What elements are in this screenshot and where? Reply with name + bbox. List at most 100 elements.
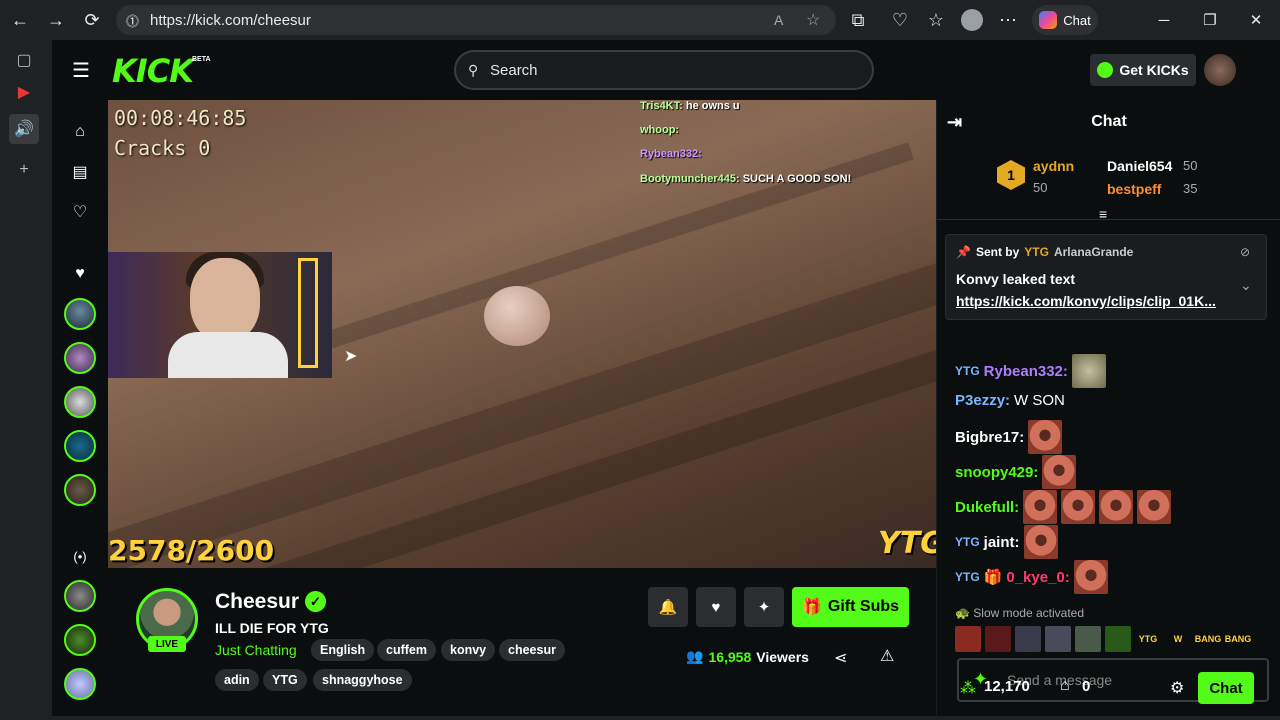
recommended-channel-avatar[interactable] [64, 580, 96, 612]
leader-1-name[interactable]: aydnn [1033, 158, 1074, 174]
tag-chip[interactable]: adin [215, 669, 259, 691]
browser-essentials-icon[interactable]: ♡ [888, 8, 912, 32]
chat-username[interactable]: P3ezzy: [955, 392, 1010, 409]
youtube-tab-icon[interactable]: ▶ [12, 80, 36, 104]
copilot-button[interactable]: Chat [1032, 5, 1098, 35]
search-placeholder: Search [490, 61, 538, 79]
followed-channel-avatar[interactable] [64, 430, 96, 462]
tag-chip[interactable]: English [311, 639, 375, 661]
chat-username[interactable]: snoopy429: [955, 464, 1038, 481]
forward-icon[interactable]: → [44, 8, 68, 32]
quick-emote[interactable] [1045, 626, 1071, 652]
quick-emote[interactable]: YTG [1135, 626, 1161, 652]
viewers-icon: 👥 [686, 648, 704, 664]
chat-username[interactable]: Dukefull: [955, 499, 1019, 516]
quick-emote[interactable] [1015, 626, 1041, 652]
favorites-icon[interactable]: ☆ [924, 8, 948, 32]
close-icon[interactable]: ✕ [1244, 8, 1268, 32]
tag-chip[interactable]: YTG [263, 669, 307, 691]
tag-chip[interactable]: cuffem [377, 639, 436, 661]
user-avatar[interactable] [1204, 54, 1236, 86]
tag-chip[interactable]: konvy [441, 639, 496, 661]
more-menu-icon[interactable]: ⋯ [996, 8, 1020, 32]
tag-chip[interactable]: shnaggyhose [313, 669, 412, 691]
site-info-icon[interactable]: ⓵ [126, 11, 139, 30]
gift-subs-button[interactable]: 🎁 Gift Subs [792, 587, 909, 627]
video-player[interactable]: 00:08:46:85 Cracks 0 2578/2600 YTG Tris4… [108, 100, 936, 568]
follow-button[interactable]: ♥ [696, 587, 736, 627]
chat-username[interactable]: 0_kye_0: [1006, 569, 1069, 586]
send-chat-button[interactable]: Chat [1198, 672, 1254, 704]
tab-actions-icon[interactable]: ▢ [12, 48, 36, 72]
followed-channel-avatar[interactable] [64, 474, 96, 506]
hide-pinned-icon[interactable]: ⊘ [1240, 245, 1250, 259]
stream-category[interactable]: Just Chatting [215, 642, 297, 658]
leader-1-count: 50 [1033, 180, 1048, 195]
game-ball [484, 286, 550, 346]
channel-name[interactable]: Cheesur [215, 590, 299, 614]
game-timer: 00:08:46:85 [114, 106, 247, 130]
home-icon[interactable]: ⌂ [68, 120, 92, 144]
quick-emote[interactable] [1105, 626, 1131, 652]
live-channels-icon: (•) [73, 548, 87, 564]
browse-icon[interactable]: ▤ [68, 160, 92, 184]
notification-bell-button[interactable]: 🔔 [648, 587, 688, 627]
quick-emote[interactable]: BANG [1225, 626, 1252, 652]
extensions-icon[interactable]: ⧉ [846, 8, 870, 32]
report-warning-icon[interactable]: ⚠ [880, 646, 894, 666]
gift-subs-label: Gift Subs [827, 598, 900, 615]
emote-image [1028, 420, 1063, 454]
quick-emote[interactable]: BANG [1195, 626, 1222, 652]
quick-emote[interactable] [1075, 626, 1101, 652]
chat-message: Bigbre17: [955, 420, 1063, 454]
kicks-balance-icon: ⁂ [960, 680, 976, 697]
following-icon[interactable]: ♡ [68, 200, 92, 224]
overlay-chat-line: Rybean332: [640, 148, 702, 160]
browser-toolbar: ← → ⟳ ⓵ https://kick.com/cheesur A ☆ ⧉ ♡… [0, 0, 1280, 40]
sparkle-button[interactable]: ✦ [744, 587, 784, 627]
kicks-balance: 12,170 [984, 678, 1030, 695]
read-aloud-icon[interactable]: A [774, 12, 783, 28]
beta-badge: BETA [192, 56, 211, 63]
chat-message: YTG jaint: [955, 525, 1058, 559]
back-icon[interactable]: ← [8, 8, 32, 32]
profile-icon[interactable] [960, 8, 984, 32]
emote-image [1099, 490, 1134, 524]
pinned-sender[interactable]: ArlanaGrande [1054, 245, 1133, 259]
new-tab-icon[interactable]: + [12, 158, 36, 182]
chat-username[interactable]: Rybean332: [984, 363, 1068, 380]
pinned-link[interactable]: https://kick.com/konvy/clips/clip_01K... [956, 293, 1216, 309]
get-kicks-button[interactable]: Get KICKs [1090, 54, 1196, 86]
followed-channel-avatar[interactable] [64, 342, 96, 374]
kick-tab-audio-icon[interactable]: 🔊 [9, 114, 39, 144]
chat-username[interactable]: Bigbre17: [955, 429, 1024, 446]
tag-chip[interactable]: cheesur [499, 639, 565, 661]
recommended-channel-avatar[interactable] [64, 624, 96, 656]
search-input[interactable]: ⚲ Search [454, 50, 874, 90]
followed-channel-avatar[interactable] [64, 298, 96, 330]
recommended-channel-avatar[interactable] [64, 668, 96, 700]
overlay-chat-line: Tris4KT: he owns u [640, 100, 740, 112]
expand-leaderboard-icon[interactable]: ≡ [1099, 206, 1107, 222]
chat-settings-icon[interactable]: ⚙ [1170, 678, 1184, 698]
maximize-icon[interactable]: ❐ [1198, 8, 1222, 32]
share-icon[interactable]: ⋖ [834, 648, 847, 668]
kick-logo[interactable]: KICK [112, 52, 194, 90]
leader-3-name[interactable]: bestpeff [1107, 181, 1161, 197]
chat-username[interactable]: jaint: [984, 534, 1020, 551]
collapse-chat-icon[interactable]: ⇥ [947, 112, 962, 133]
address-bar[interactable]: ⓵ https://kick.com/cheesur A ☆ [116, 5, 836, 35]
quick-emote[interactable] [985, 626, 1011, 652]
minimize-icon[interactable]: ─ [1152, 8, 1176, 32]
menu-icon[interactable]: ☰ [72, 58, 90, 83]
followed-channel-avatar[interactable] [64, 386, 96, 418]
quick-emote[interactable]: W [1165, 626, 1191, 652]
refresh-icon[interactable]: ⟳ [80, 8, 104, 32]
favorite-star-icon[interactable]: ☆ [806, 10, 820, 30]
store-icon[interactable]: ⌂ [1060, 677, 1070, 695]
search-icon: ⚲ [468, 61, 479, 78]
quick-emote[interactable] [955, 626, 981, 652]
leader-2-name[interactable]: Daniel654 [1107, 158, 1172, 174]
webcam-ladder-light [298, 258, 318, 368]
expand-pinned-icon[interactable]: ⌄ [1240, 277, 1252, 294]
